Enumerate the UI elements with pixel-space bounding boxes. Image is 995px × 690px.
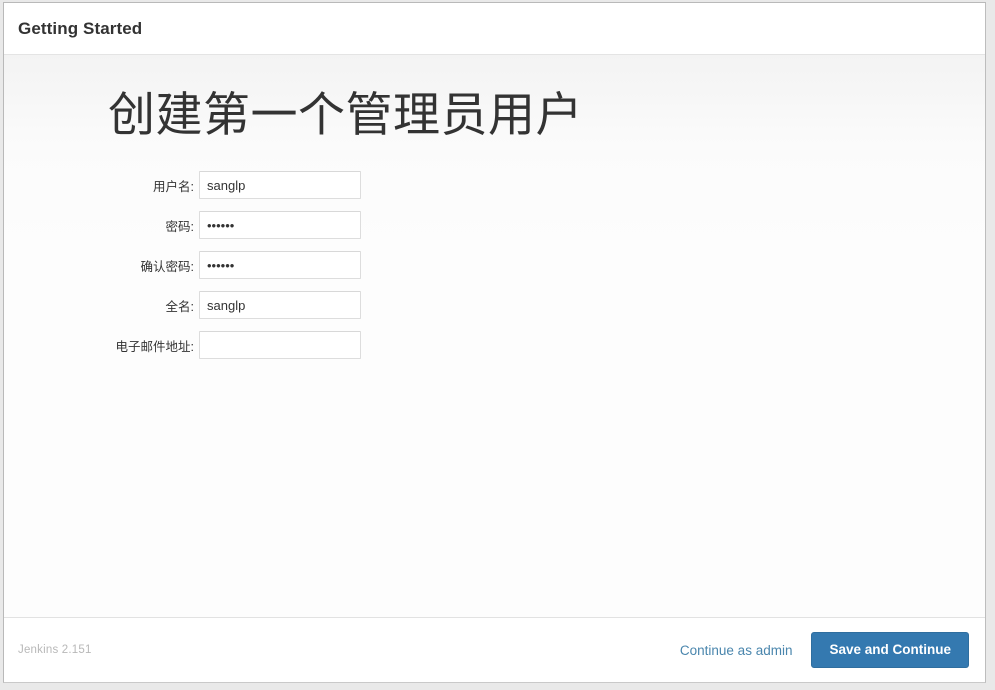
page-header: Getting Started [4,3,985,55]
form-row-password: 密码: [108,205,985,245]
jenkins-version-label: Jenkins 2.151 [18,644,92,656]
username-label: 用户名: [153,179,194,194]
username-input[interactable] [199,171,361,200]
form-row-fullname: 全名: [108,285,985,325]
page-title: Getting Started [18,18,143,38]
confirm-password-input[interactable] [199,251,361,280]
form-row-confirm-password: 确认密码: [108,245,985,285]
setup-footer: Jenkins 2.151 Continue as admin Save and… [4,617,985,682]
save-and-continue-button[interactable]: Save and Continue [811,632,969,668]
create-admin-user-form: 用户名: 密码: 确认密码: 全名: 电子邮件地址: [108,165,985,365]
password-input[interactable] [199,211,361,240]
email-input[interactable] [199,331,361,360]
setup-panel: 创建第一个管理员用户 用户名: 密码: 确认密码: 全名: [4,55,985,365]
setup-wizard-window: Getting Started 创建第一个管理员用户 用户名: 密码: 确认密码… [3,2,986,683]
password-label: 密码: [165,219,194,234]
footer-actions: Continue as admin Save and Continue [680,632,969,668]
setup-content-area: 创建第一个管理员用户 用户名: 密码: 确认密码: 全名: [4,55,985,617]
fullname-input[interactable] [199,291,361,320]
form-row-username: 用户名: [108,165,985,205]
email-label: 电子邮件地址: [115,339,194,354]
setup-heading: 创建第一个管理员用户 [108,88,583,141]
continue-as-admin-link[interactable]: Continue as admin [680,643,793,658]
form-row-email: 电子邮件地址: [108,325,985,365]
confirm-password-label: 确认密码: [140,259,194,274]
fullname-label: 全名: [165,299,194,314]
